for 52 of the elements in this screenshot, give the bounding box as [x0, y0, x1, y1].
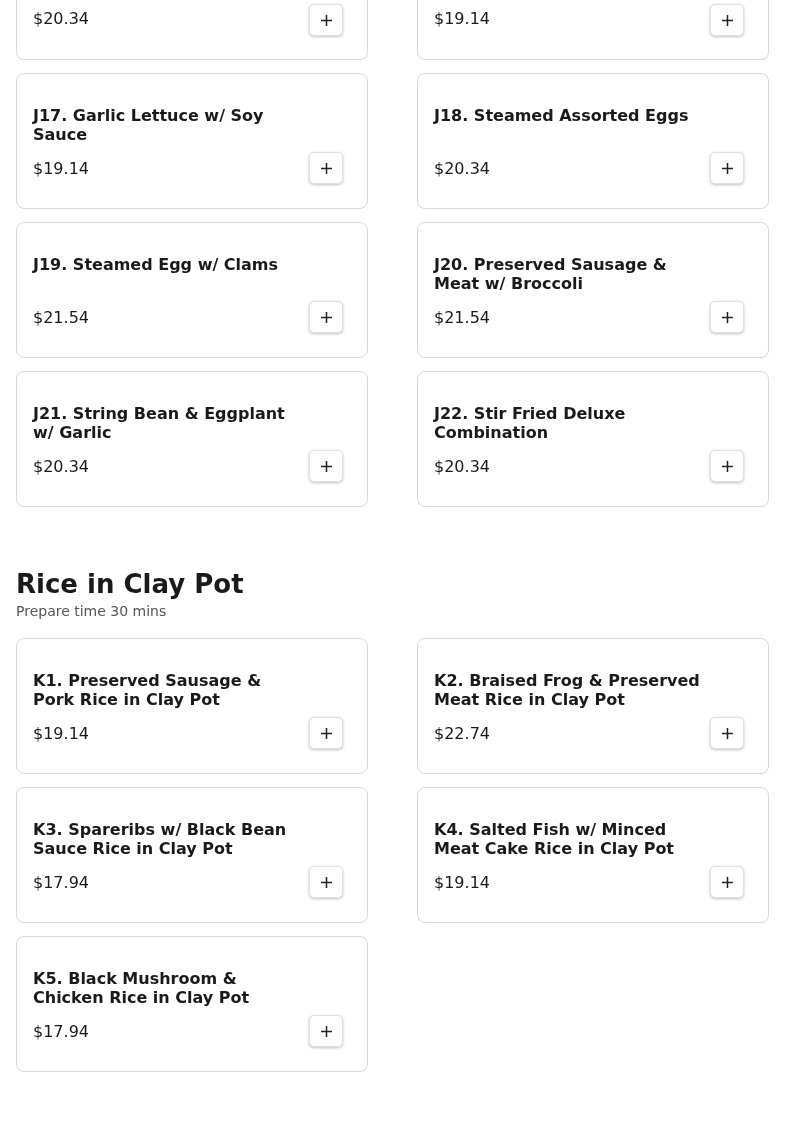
item-price: $17.94	[33, 873, 90, 892]
item-name: K5. Black Mushroom & Chicken Rice in Clay Pot	[33, 969, 251, 1007]
item-name: K1. Preserved Sausage & Pork Rice in Clay Pot	[33, 671, 263, 709]
plus-icon	[721, 14, 733, 26]
item-price: $19.14	[434, 873, 491, 892]
section-subtitle: Prepare time 30 mins	[16, 602, 168, 620]
item-price: $20.34	[434, 159, 491, 178]
add-button[interactable]	[309, 717, 343, 749]
add-button[interactable]	[309, 450, 343, 482]
item-name: J19. Steamed Egg w/ Clams	[33, 255, 280, 276]
plus-icon	[320, 311, 332, 323]
item-name: K3. Spareribs w/ Black Bean Sauce Rice in Clay Pot	[33, 820, 288, 858]
plus-icon	[721, 460, 733, 472]
add-button[interactable]	[710, 152, 744, 184]
add-button[interactable]	[309, 152, 343, 184]
add-button[interactable]	[309, 866, 343, 898]
plus-icon	[721, 727, 733, 739]
plus-icon	[721, 162, 733, 174]
plus-icon	[320, 14, 332, 26]
add-button[interactable]	[309, 4, 343, 36]
item-price: $22.74	[434, 724, 491, 743]
item-price: $19.14	[33, 724, 90, 743]
section-title: Rice in Clay Pot	[16, 568, 245, 600]
add-button[interactable]	[710, 717, 744, 749]
plus-icon	[721, 311, 733, 323]
item-price: $20.34	[33, 457, 90, 476]
plus-icon	[320, 162, 332, 174]
item-price: $17.94	[33, 1022, 90, 1041]
plus-icon	[320, 727, 332, 739]
item-price: $20.34	[434, 457, 491, 476]
add-button[interactable]	[710, 4, 744, 36]
item-name: J20. Preserved Sausage & Meat w/ Broccoli	[434, 255, 668, 293]
item-name: K4. Salted Fish w/ Minced Meat Cake Rice in Clay Pot	[434, 820, 675, 858]
item-name: K2. Braised Frog & Preserved Meat Rice in Clay Pot	[434, 671, 701, 709]
add-button[interactable]	[309, 301, 343, 333]
item-price: $21.54	[434, 308, 491, 327]
item-price: $19.14	[33, 159, 90, 178]
item-price: $19.14	[434, 9, 490, 28]
item-price: $20.34	[33, 9, 89, 28]
item-price: $21.54	[33, 308, 90, 327]
plus-icon	[320, 1025, 332, 1037]
item-name: J17. Garlic Lettuce w/ Soy Sauce	[33, 106, 265, 144]
item-name: J22. Stir Fried Deluxe Combination	[434, 404, 627, 442]
plus-icon	[721, 876, 733, 888]
add-button[interactable]	[710, 301, 744, 333]
add-button[interactable]	[710, 450, 744, 482]
add-button[interactable]	[309, 1015, 343, 1047]
item-name: J18. Steamed Assorted Eggs	[434, 106, 690, 127]
item-name: J21. String Bean & Eggplant w/ Garlic	[33, 404, 286, 442]
plus-icon	[320, 876, 332, 888]
plus-icon	[320, 460, 332, 472]
add-button[interactable]	[710, 866, 744, 898]
